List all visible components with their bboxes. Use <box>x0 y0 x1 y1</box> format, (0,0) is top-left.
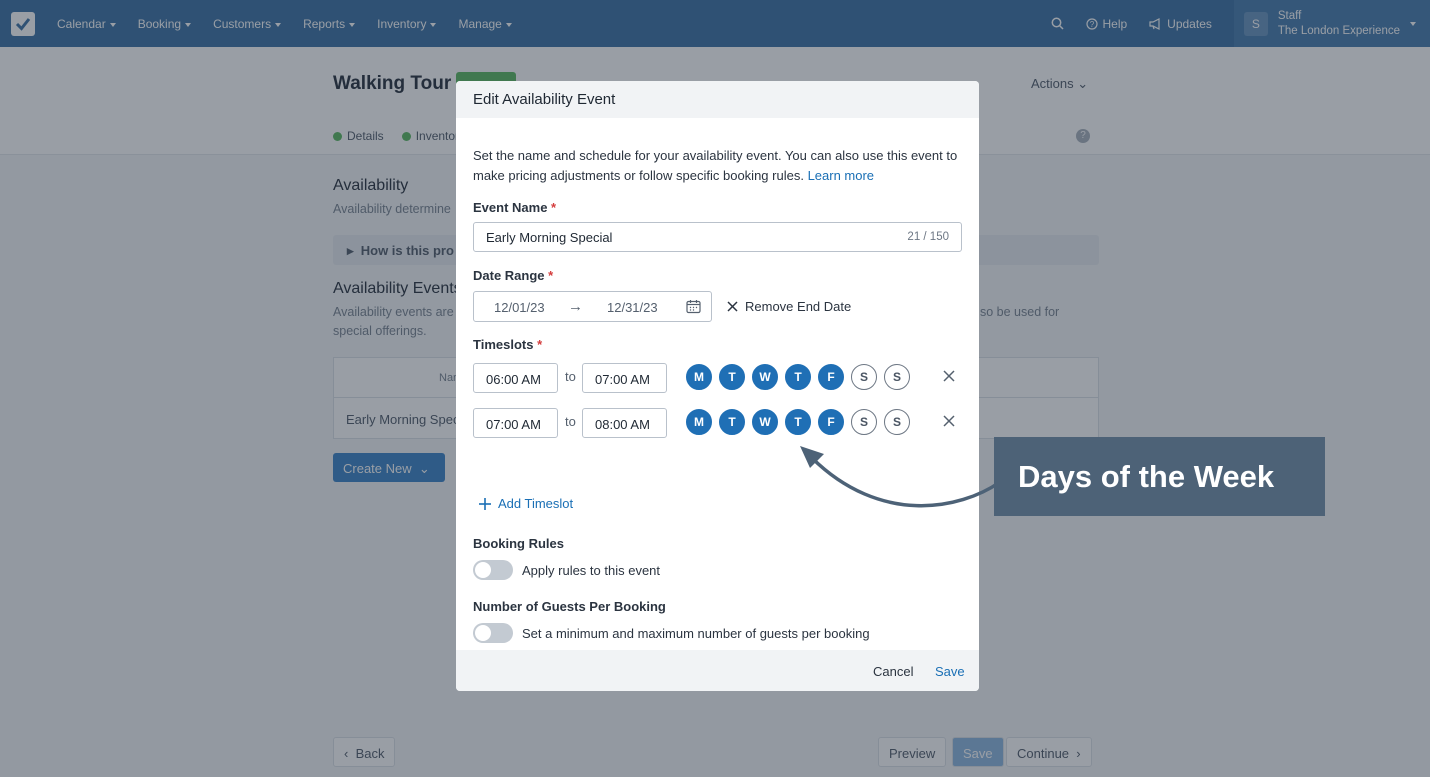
to-label: to <box>565 369 576 384</box>
remove-end-date-label: Remove End Date <box>745 299 852 314</box>
intro-text: Set the name and schedule for your avail… <box>473 146 968 186</box>
booking-rules-label: Booking Rules <box>473 536 565 551</box>
booking-rules-toggle-label: Apply rules to this event <box>522 563 661 578</box>
event-name-field[interactable]: Early Morning Special 21 / 150 <box>473 222 962 252</box>
day-toggle-wed[interactable]: W <box>752 409 778 435</box>
guests-toggle-label: Set a minimum and maximum number of gues… <box>522 626 870 641</box>
day-toggle-sun[interactable]: S <box>884 364 910 390</box>
guests-toggle[interactable] <box>473 623 513 643</box>
day-toggle-fri[interactable]: F <box>818 364 844 390</box>
timeslots-label: Timeslots * <box>473 337 543 352</box>
char-count: 21 / 150 <box>907 231 949 243</box>
day-toggle-mon[interactable]: M <box>686 409 712 435</box>
learn-more-link[interactable]: Learn more <box>808 168 874 183</box>
timeslot-row: 06:00 AM to 07:00 AM M T W T F S S <box>473 363 968 395</box>
guests-label: Number of Guests Per Booking <box>473 599 666 614</box>
add-timeslot-button[interactable]: Add Timeslot <box>478 496 573 511</box>
end-time-input[interactable]: 08:00 AM <box>582 408 667 438</box>
end-date[interactable]: 12/31/23 <box>607 300 658 315</box>
annotation-arrow-icon <box>800 446 1002 508</box>
day-toggle-wed[interactable]: W <box>752 364 778 390</box>
event-name-label: Event Name * <box>473 200 557 215</box>
cancel-button[interactable]: Cancel <box>873 664 913 679</box>
start-time-input[interactable]: 06:00 AM <box>473 363 558 393</box>
end-time-input[interactable]: 07:00 AM <box>582 363 667 393</box>
date-range-label: Date Range * <box>473 268 554 283</box>
start-time-input[interactable]: 07:00 AM <box>473 408 558 438</box>
day-toggle-tue[interactable]: T <box>719 409 745 435</box>
intro-copy: Set the name and schedule for your avail… <box>473 148 958 183</box>
event-name-label-text: Event Name <box>473 200 548 215</box>
day-toggle-sun[interactable]: S <box>884 409 910 435</box>
date-range-label-text: Date Range <box>473 268 545 283</box>
edit-event-modal: Edit Availability Event Set the name and… <box>456 81 979 691</box>
day-toggle-fri[interactable]: F <box>818 409 844 435</box>
modal-footer: Cancel Save <box>456 650 979 691</box>
booking-rules-toggle[interactable] <box>473 560 513 580</box>
calendar-icon[interactable] <box>686 299 701 314</box>
day-toggle-thu[interactable]: T <box>785 409 811 435</box>
day-toggle-thu[interactable]: T <box>785 364 811 390</box>
arrow-right-icon: → <box>568 298 583 315</box>
event-name-value: Early Morning Special <box>486 230 613 245</box>
day-toggle-sat[interactable]: S <box>851 364 877 390</box>
modal-body: Set the name and schedule for your avail… <box>456 118 979 650</box>
remove-timeslot-close-icon[interactable] <box>943 370 955 382</box>
day-toggle-tue[interactable]: T <box>719 364 745 390</box>
close-icon <box>727 301 738 312</box>
remove-timeslot-close-icon[interactable] <box>943 415 955 427</box>
remove-end-date-button[interactable]: Remove End Date <box>727 299 851 314</box>
start-date[interactable]: 12/01/23 <box>494 300 545 315</box>
date-range-picker[interactable]: 12/01/23 → 12/31/23 <box>473 291 712 322</box>
plus-icon <box>479 497 491 510</box>
day-toggles: M T W T F S S <box>686 409 910 435</box>
add-timeslot-label: Add Timeslot <box>498 496 574 511</box>
timeslots-label-text: Timeslots <box>473 337 534 352</box>
to-label: to <box>565 414 576 429</box>
save-button[interactable]: Save <box>935 664 965 679</box>
modal-title: Edit Availability Event <box>456 81 979 118</box>
annotation-callout: Days of the Week <box>994 437 1325 516</box>
timeslot-row: 07:00 AM to 08:00 AM M T W T F S S <box>473 408 968 440</box>
day-toggles: M T W T F S S <box>686 364 910 390</box>
day-toggle-sat[interactable]: S <box>851 409 877 435</box>
day-toggle-mon[interactable]: M <box>686 364 712 390</box>
